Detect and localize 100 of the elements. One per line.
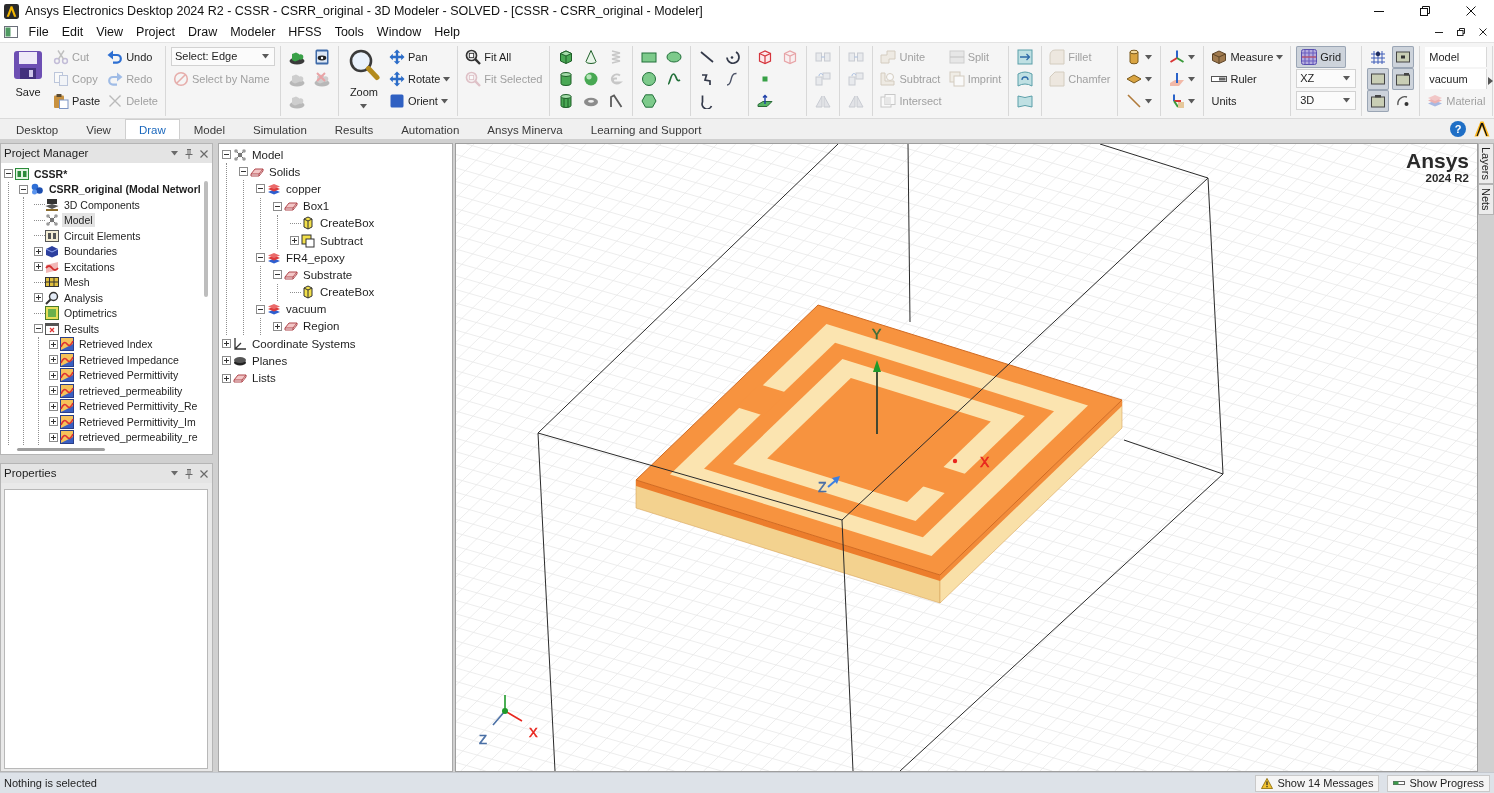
menu-item[interactable]: View: [89, 22, 130, 42]
tree-item[interactable]: CSRR_original (Modal Networl: [47, 182, 203, 197]
tree-item[interactable]: Excitations: [62, 259, 117, 274]
plus-box-icon[interactable]: [290, 236, 299, 246]
ribbon-tab[interactable]: Simulation: [239, 119, 321, 139]
text-field[interactable]: Model: [1425, 47, 1488, 67]
menu-item[interactable]: File: [22, 22, 56, 42]
ribbon-tab[interactable]: Results: [320, 119, 388, 139]
tree-item[interactable]: copper: [284, 181, 324, 196]
menu-item[interactable]: HFSS: [281, 22, 329, 42]
caret-icon[interactable]: [171, 471, 178, 476]
ribbon-button[interactable]: Undo: [105, 46, 160, 68]
tree-item[interactable]: Coordinate Systems: [250, 336, 358, 351]
ribbon-button[interactable]: Measure: [1209, 46, 1286, 68]
ribbon-button[interactable]: Pan: [386, 46, 453, 68]
tree-item[interactable]: Retrieved Permittivity_Re: [77, 399, 200, 414]
tree-item[interactable]: Model: [62, 213, 95, 228]
tree-item[interactable]: Retrieved Impedance: [77, 352, 181, 367]
dropdown[interactable]: XZ: [1296, 69, 1357, 88]
tree-item[interactable]: FR4_epoxy: [284, 250, 347, 265]
tree-item[interactable]: Analysis: [62, 290, 106, 305]
menu-item[interactable]: Tools: [328, 22, 371, 42]
tree-item[interactable]: Region: [301, 319, 342, 334]
caret-icon[interactable]: [171, 151, 178, 156]
plus-box-icon[interactable]: [49, 417, 58, 427]
tree-item[interactable]: Circuit Elements: [62, 228, 143, 243]
tree-item[interactable]: Retrieved Permittivity_Im: [77, 414, 198, 429]
ribbon-button[interactable]: Rotate: [386, 68, 453, 90]
tree-item[interactable]: CreateBox: [318, 216, 377, 231]
ribbon-button[interactable]: Paste: [51, 90, 103, 112]
tree-item[interactable]: 3D Components: [62, 197, 142, 212]
tree-item[interactable]: Solids: [267, 164, 303, 179]
side-tab[interactable]: Layers: [1478, 143, 1494, 185]
plus-box-icon[interactable]: [49, 339, 58, 349]
minus-box-icon[interactable]: [19, 184, 28, 194]
plus-box-icon[interactable]: [34, 293, 43, 303]
status-button[interactable]: Show 14 Messages: [1255, 774, 1380, 792]
plus-box-icon[interactable]: [222, 339, 231, 349]
ribbon-button[interactable]: Units: [1209, 90, 1286, 112]
minus-box-icon[interactable]: [239, 167, 248, 177]
tree-item[interactable]: Mesh: [62, 275, 92, 290]
toggle-button[interactable]: [1392, 68, 1415, 90]
minus-box-icon[interactable]: [256, 184, 265, 194]
tree-item[interactable]: Planes: [250, 353, 290, 368]
tree-item[interactable]: Optimetrics: [62, 306, 120, 321]
ribbon-tab[interactable]: Ansys Minerva: [473, 119, 577, 139]
plus-box-icon[interactable]: [49, 432, 58, 442]
plus-box-icon[interactable]: [49, 355, 58, 365]
tree-item[interactable]: Subtract: [318, 233, 365, 248]
plus-box-icon[interactable]: [49, 386, 58, 396]
text-field[interactable]: vacuum: [1425, 69, 1488, 89]
minus-box-icon[interactable]: [34, 324, 43, 334]
scrollbar-thumb[interactable]: [17, 448, 105, 451]
tree-item[interactable]: Substrate: [301, 267, 355, 282]
dropdown[interactable]: Select: Edge: [170, 47, 275, 66]
ribbon-button[interactable]: Ruler: [1209, 68, 1286, 90]
minus-box-icon[interactable]: [273, 270, 282, 280]
menu-item[interactable]: Edit: [55, 22, 90, 42]
toggle-button[interactable]: Grid: [1296, 46, 1347, 68]
tree-item[interactable]: Retrieved Index: [77, 337, 155, 352]
tree-item[interactable]: CSSR*: [32, 166, 70, 181]
plus-box-icon[interactable]: [49, 401, 58, 411]
ribbon-button[interactable]: Save: [8, 46, 48, 114]
ribbon-tab[interactable]: Learning and Support: [576, 119, 716, 139]
ribbon-button[interactable]: Zoom: [343, 46, 384, 114]
side-tab[interactable]: Nets: [1478, 184, 1494, 215]
tree-item[interactable]: retrieved_permeability: [77, 383, 185, 398]
toggle-button[interactable]: [1367, 90, 1390, 112]
plus-box-icon[interactable]: [222, 373, 231, 383]
tree-item[interactable]: Boundaries: [62, 244, 120, 259]
ribbon-tab[interactable]: Model: [179, 119, 240, 139]
plus-box-icon[interactable]: [49, 370, 58, 380]
menu-item[interactable]: Window: [370, 22, 428, 42]
close-icon[interactable]: [200, 149, 208, 158]
minus-box-icon[interactable]: [273, 201, 282, 211]
minus-box-icon[interactable]: [256, 304, 265, 314]
ribbon-tab[interactable]: View: [72, 119, 125, 139]
ribbon-button[interactable]: Fit All: [463, 46, 545, 68]
dropdown[interactable]: 3D: [1296, 91, 1357, 110]
menu-item[interactable]: Help: [427, 22, 467, 42]
ribbon-tab[interactable]: Desktop: [2, 119, 73, 139]
help-button[interactable]: ?: [1450, 121, 1466, 137]
close-icon[interactable]: [200, 469, 208, 478]
tree-item[interactable]: retrieved_permeability_re: [77, 430, 200, 445]
tree-item[interactable]: CreateBox: [318, 285, 377, 300]
tree-item[interactable]: Results: [62, 321, 101, 336]
logo-icon[interactable]: [1474, 121, 1490, 137]
plus-box-icon[interactable]: [34, 262, 43, 272]
plus-box-icon[interactable]: [222, 356, 231, 366]
pin-icon[interactable]: [185, 468, 193, 479]
ribbon-tab[interactable]: Automation: [387, 119, 474, 139]
minus-box-icon[interactable]: [256, 253, 265, 263]
tree-item[interactable]: Retrieved Permittivity: [77, 368, 181, 383]
toggle-button[interactable]: [1367, 68, 1390, 90]
pin-icon[interactable]: [185, 148, 193, 159]
status-button[interactable]: Show Progress: [1387, 774, 1490, 792]
tree-item[interactable]: Box1: [301, 199, 332, 214]
minus-box-icon[interactable]: [222, 150, 231, 160]
ribbon-button[interactable]: Orient: [386, 90, 453, 112]
tree-item[interactable]: Model: [250, 147, 286, 162]
